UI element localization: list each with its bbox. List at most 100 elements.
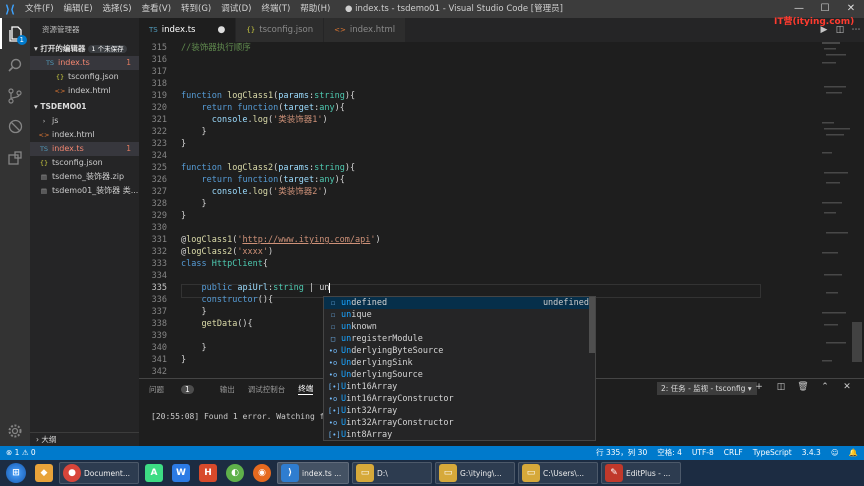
line-ending[interactable]: CRLF [724, 446, 743, 460]
suggestion-widget[interactable]: ☐ un defined undefined ☐ un ique ☐ un known □ un reg… [323, 296, 596, 441]
ts-version[interactable]: 3.4.3 [802, 446, 821, 460]
file-index-ts[interactable]: TS index.ts 1 [30, 142, 139, 156]
suggestion-match: Un [341, 358, 352, 368]
tab-label: 问题 [149, 384, 164, 394]
terminal-output[interactable]: [20:55:08] Found 1 error. Watching for [151, 412, 334, 421]
taskbar-window-vscode[interactable]: ⟩ index.ts ... [277, 462, 349, 484]
tab-label: index.html [349, 25, 396, 35]
settings-gear-icon[interactable] [0, 415, 30, 446]
file-tsconfig[interactable]: {} tsconfig.json [30, 156, 139, 170]
cursor-position[interactable]: 行 335，列 30 [596, 446, 647, 460]
menu-goto[interactable]: 转到(G) [176, 0, 216, 18]
start-button[interactable]: ⊞ [3, 462, 29, 484]
close-panel-icon[interactable]: ✕ [836, 382, 858, 392]
trash-icon[interactable]: 🗑 [792, 382, 814, 392]
taskbar-window-d[interactable]: ▭ D:\ [352, 462, 432, 484]
folder-js[interactable]: › js [30, 114, 139, 128]
suggestion-match: un [341, 298, 352, 308]
bell-icon[interactable]: 🔔 [849, 446, 858, 460]
open-editors-header[interactable]: ▾ 打开的编辑器 1 个未保存 [30, 42, 139, 56]
ts-file-icon: TS [149, 26, 158, 34]
suggestion-item[interactable]: □ un registerModule [324, 333, 595, 345]
pinned-firefox[interactable]: ◉ [250, 462, 274, 484]
line-number: 320 [151, 103, 167, 113]
taskbar-window-c[interactable]: ▭ C:\Users\... [518, 462, 598, 484]
unsaved-badge: 1 [16, 35, 27, 45]
suggestion-item[interactable]: [•] Uint8Array [324, 429, 595, 440]
taskbar-window-1[interactable]: ● Document... [59, 462, 139, 484]
suggestion-item[interactable]: ☐ un known [324, 321, 595, 333]
scrollbar-thumb[interactable] [852, 322, 862, 362]
line-number: 322 [151, 127, 167, 137]
file-name: js [52, 116, 59, 125]
open-editor-index-ts[interactable]: TS index.ts 1 [30, 56, 139, 70]
pinned-app-1[interactable]: ◆ [32, 462, 56, 484]
file-name: tsconfig.json [52, 158, 103, 167]
search-icon[interactable] [0, 49, 30, 80]
suggestion-item[interactable]: ☐ un defined undefined [324, 297, 595, 309]
menu-view[interactable]: 查看(V) [137, 0, 176, 18]
debug-icon[interactable] [0, 111, 30, 142]
taskbar-window-editplus[interactable]: ✎ EditPlus - ... [601, 462, 681, 484]
encoding[interactable]: UTF-8 [692, 446, 714, 460]
line-number: 319 [151, 91, 167, 101]
outline-header[interactable]: › 大纲 [30, 432, 139, 446]
line-number: 326 [151, 175, 167, 185]
terminal-select[interactable]: 2: 任务 - 监视 - tsconfig ▾ [657, 382, 757, 395]
unsaved-dot-icon[interactable]: ● [217, 18, 225, 42]
taskbar-window-g[interactable]: ▭ G:\itying\... [435, 462, 515, 484]
suggestion-item[interactable]: ☐ un ique [324, 309, 595, 321]
pinned-webstorm[interactable]: W [169, 462, 193, 484]
maximize-panel-icon[interactable]: ⌃ [814, 382, 836, 392]
menu-file[interactable]: 文件(F) [20, 0, 59, 18]
menu-help[interactable]: 帮助(H) [295, 0, 335, 18]
line-number: 321 [151, 115, 167, 125]
file-name: index.html [68, 86, 111, 95]
tab-index-html[interactable]: <> index.html [324, 18, 407, 42]
file-index-html[interactable]: <> index.html [30, 128, 139, 142]
tab-index-ts[interactable]: TS index.ts ● [139, 18, 237, 42]
menu-selection[interactable]: 选择(S) [98, 0, 137, 18]
tab-tsconfig[interactable]: {} tsconfig.json [236, 18, 325, 42]
explorer-icon[interactable]: 1 [0, 18, 30, 49]
file-zip[interactable]: ▤ tsdemo_装饰器.zip [30, 170, 139, 184]
tab-output[interactable]: 输出 [220, 384, 235, 395]
menu-edit[interactable]: 编辑(E) [59, 0, 98, 18]
source-control-icon[interactable] [0, 80, 30, 111]
suggestion-scrollbar[interactable] [589, 297, 595, 353]
extensions-icon[interactable] [0, 142, 30, 173]
editor-scrollbar[interactable] [850, 42, 864, 378]
line-number: 330 [151, 223, 167, 233]
minimap[interactable] [762, 42, 850, 378]
menu-debug[interactable]: 调试(D) [216, 0, 256, 18]
tab-problems[interactable]: 问题 1 [149, 384, 207, 395]
pinned-browser[interactable]: ◐ [223, 462, 247, 484]
suggestion-item[interactable]: •o Un derlyingByteSource [324, 345, 595, 357]
tab-debug-console[interactable]: 调试控制台 [248, 384, 286, 395]
suggestion-item[interactable]: •o Un derlyingSource [324, 369, 595, 381]
project-header[interactable]: ▾ TSDEMO01 [30, 100, 139, 114]
pinned-android-studio[interactable]: A [142, 462, 166, 484]
suggestion-item[interactable]: •o Uint32ArrayConstructor [324, 417, 595, 429]
open-editor-tsconfig[interactable]: {} tsconfig.json [30, 70, 139, 84]
add-terminal-icon[interactable]: + [748, 382, 770, 392]
suggestion-kind-icon: •o [328, 395, 338, 403]
indentation[interactable]: 空格: 4 [657, 446, 682, 460]
problems-status[interactable]: ⊗ 1 ⚠ 0 [6, 446, 36, 460]
split-terminal-icon[interactable]: ◫ [770, 382, 792, 392]
window-label: C:\Users\... [543, 468, 584, 478]
tab-label: index.ts [161, 25, 196, 35]
file-doc[interactable]: ▤ tsdemo01_装饰器 类... [30, 184, 139, 198]
suggestion-item[interactable]: •o Un derlyingSink [324, 357, 595, 369]
smiley-icon[interactable]: ☺ [831, 446, 839, 460]
menu-terminal[interactable]: 终端(T) [256, 0, 295, 18]
line-number: 328 [151, 199, 167, 209]
open-editor-index-html[interactable]: <> index.html [30, 84, 139, 98]
pinned-hbuilder[interactable]: H [196, 462, 220, 484]
code-line: } [181, 127, 207, 137]
suggestion-item[interactable]: [•] Uint32Array [324, 405, 595, 417]
suggestion-item[interactable]: [•] Uint16Array [324, 381, 595, 393]
tab-terminal[interactable]: 终端 [298, 383, 314, 395]
suggestion-item[interactable]: •o Uint16ArrayConstructor [324, 393, 595, 405]
language-mode[interactable]: TypeScript [753, 446, 792, 460]
